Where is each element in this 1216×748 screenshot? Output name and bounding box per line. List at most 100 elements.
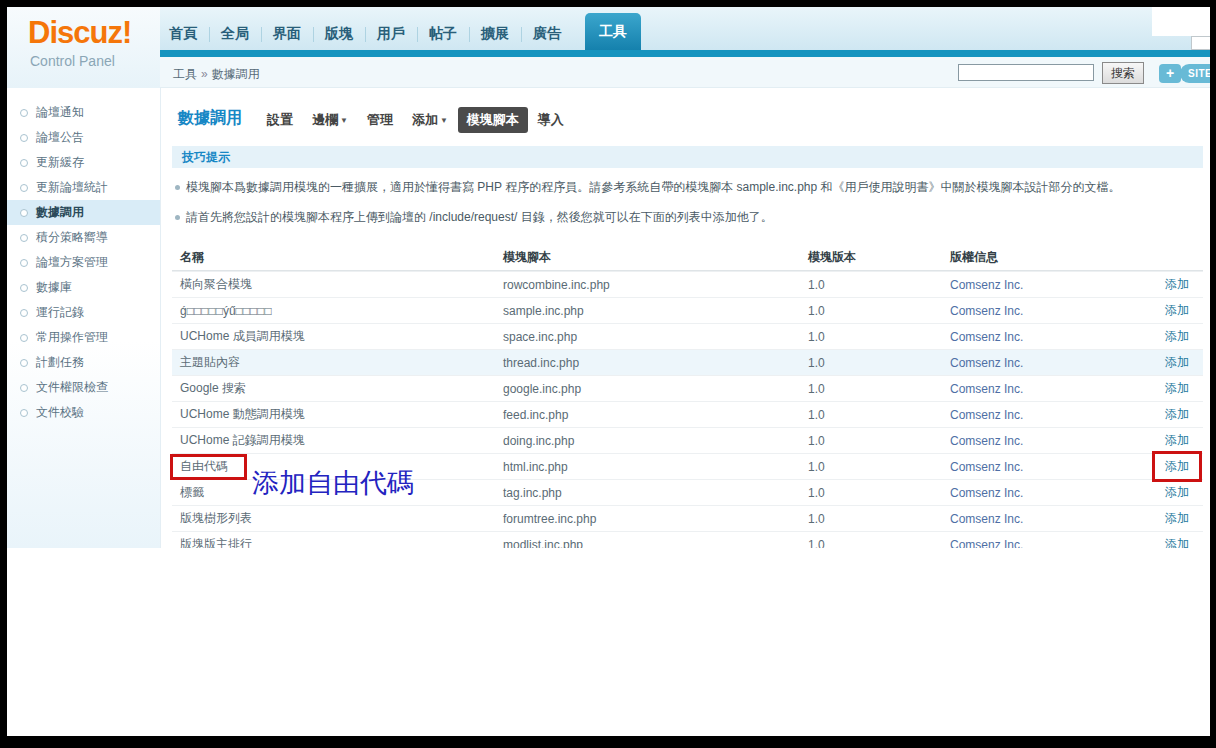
cell-version: 1.0	[808, 486, 950, 500]
cell-script: rowcombine.inc.php	[503, 278, 808, 292]
cell-script: doing.inc.php	[503, 434, 808, 448]
sidebar-item[interactable]: 常用操作管理	[7, 325, 160, 350]
cell-vendor[interactable]: Comsenz Inc.	[950, 538, 1100, 549]
breadcrumb: 工具 » 數據調用	[173, 66, 260, 83]
sidebar-item[interactable]: 計劃任務	[7, 350, 160, 375]
add-link[interactable]: 添加	[1100, 432, 1203, 449]
add-link[interactable]: 添加	[1100, 302, 1203, 319]
column-header: 模塊腳本	[503, 249, 808, 266]
add-link[interactable]: 添加	[1100, 484, 1203, 501]
cell-version: 1.0	[808, 330, 950, 344]
breadcrumb-current: 數據調用	[212, 67, 260, 81]
cell-script: html.inc.php	[503, 460, 808, 474]
cell-vendor[interactable]: Comsenz Inc.	[950, 460, 1100, 474]
cell-name: 主題貼內容	[172, 354, 503, 371]
table-row: 橫向聚合模塊rowcombine.inc.php1.0Comsenz Inc.添…	[172, 271, 1203, 297]
main-content: 數據調用 設置邊欄▼管理添加▼模塊腳本導入 技巧提示 模塊腳本爲數據調用模塊的一…	[161, 88, 1210, 548]
cell-vendor[interactable]: Comsenz Inc.	[950, 486, 1100, 500]
search-button[interactable]: 搜索	[1102, 62, 1144, 84]
sidebar-item[interactable]: 數據庫	[7, 275, 160, 300]
add-link[interactable]: 添加	[1100, 536, 1203, 548]
nav-tab[interactable]: 帖子	[417, 18, 469, 50]
nav-tab[interactable]: 擴展	[469, 18, 521, 50]
sidebar-item[interactable]: 論壇方案管理	[7, 250, 160, 275]
tip-item: 請首先將您設計的模塊腳本程序上傳到論壇的 /include/request/ 目…	[172, 210, 1203, 224]
add-link[interactable]: 添加	[1100, 510, 1203, 527]
cell-vendor[interactable]: Comsenz Inc.	[950, 356, 1100, 370]
menu-item[interactable]: 導入	[529, 107, 573, 133]
menu-item[interactable]: 模塊腳本	[458, 107, 528, 133]
cell-vendor[interactable]: Comsenz Inc.	[950, 330, 1100, 344]
cell-script: sample.inc.php	[503, 304, 808, 318]
table-header-row: 名稱模塊腳本模塊版本版權信息	[172, 244, 1203, 271]
cell-vendor[interactable]: Comsenz Inc.	[950, 304, 1100, 318]
menu-item[interactable]: 管理	[358, 107, 402, 133]
cell-vendor[interactable]: Comsenz Inc.	[950, 408, 1100, 422]
sidebar-item[interactable]: 更新論壇統計	[7, 175, 160, 200]
add-link[interactable]: 添加	[1100, 406, 1203, 423]
table-row: UCHome 動態調用模塊feed.inc.php1.0Comsenz Inc.…	[172, 401, 1203, 427]
logo-subtitle: Control Panel	[30, 53, 115, 69]
nav-tab[interactable]: 版塊	[313, 18, 365, 50]
table-row: UCHome 成員調用模塊space.inc.php1.0Comsenz Inc…	[172, 323, 1203, 349]
sidebar-item[interactable]: 更新緩存	[7, 150, 160, 175]
add-link[interactable]: 添加	[1100, 380, 1203, 397]
nav-tab[interactable]: 首頁	[157, 18, 209, 50]
nav-tab[interactable]: 工具	[585, 13, 641, 50]
menu-item-label: 模塊腳本	[467, 112, 519, 127]
menu-item[interactable]: 邊欄▼	[303, 107, 357, 133]
menu-item[interactable]: 設置	[258, 107, 302, 133]
menu-item-label: 邊欄	[312, 112, 338, 127]
cell-version: 1.0	[808, 460, 950, 474]
main-nav: 首頁全局界面版塊用戶帖子擴展廣告工具	[157, 13, 641, 50]
page-title: 數據調用	[178, 108, 242, 129]
menu-item[interactable]: 添加▼	[403, 107, 457, 133]
breadcrumb-bar: 工具 » 數據調用 搜索 + SITE	[160, 57, 1210, 88]
sidebar-item[interactable]: 論壇公告	[7, 125, 160, 150]
cell-vendor[interactable]: Comsenz Inc.	[950, 434, 1100, 448]
dropdown-arrow-icon: ▼	[440, 116, 448, 125]
cell-vendor[interactable]: Comsenz Inc.	[950, 512, 1100, 526]
sidebar-item[interactable]: 運行記錄	[7, 300, 160, 325]
menu-item-label: 導入	[538, 112, 564, 127]
nav-tab[interactable]: 廣告	[521, 18, 573, 50]
cell-script: thread.inc.php	[503, 356, 808, 370]
logo-panel: Discuz! Control Panel	[7, 7, 160, 88]
table-row: 版塊樹形列表forumtree.inc.php1.0Comsenz Inc.添加	[172, 505, 1203, 531]
cell-name: 橫向聚合模塊	[172, 276, 503, 293]
sidebar-item[interactable]: 文件權限檢查	[7, 375, 160, 400]
sidebar-item[interactable]: 數據調用	[7, 200, 160, 225]
sidebar-item[interactable]: 文件校驗	[7, 400, 160, 425]
cell-vendor[interactable]: Comsenz Inc.	[950, 278, 1100, 292]
breadcrumb-section[interactable]: 工具	[173, 67, 197, 81]
table-row: Google 搜索google.inc.php1.0Comsenz Inc.添加	[172, 375, 1203, 401]
cell-script: space.inc.php	[503, 330, 808, 344]
section-menu: 設置邊欄▼管理添加▼模塊腳本導入	[258, 107, 574, 133]
search-input[interactable]	[958, 64, 1094, 81]
cell-version: 1.0	[808, 278, 950, 292]
cell-name: UCHome 記錄調用模塊	[172, 432, 503, 449]
add-link[interactable]: 添加	[1100, 276, 1203, 293]
table-row: 主題貼內容thread.inc.php1.0Comsenz Inc.添加	[172, 349, 1203, 375]
nav-underline-bar	[160, 50, 1210, 57]
sidebar-item[interactable]: 積分策略嚮導	[7, 225, 160, 250]
tip-item: 模塊腳本爲數據調用模塊的一種擴展，適用於懂得書寫 PHP 程序的程序員。請參考系…	[172, 180, 1203, 194]
nav-tab[interactable]: 用戶	[365, 18, 417, 50]
cell-version: 1.0	[808, 538, 950, 549]
sidebar-item[interactable]: 論壇通知	[7, 100, 160, 125]
module-table: 名稱模塊腳本模塊版本版權信息橫向聚合模塊rowcombine.inc.php1.…	[172, 244, 1203, 548]
add-link[interactable]: 添加	[1100, 354, 1203, 371]
breadcrumb-separator: »	[201, 67, 208, 81]
admin-app: 首頁全局界面版塊用戶帖子擴展廣告工具 Discuz! Control Panel…	[7, 7, 1210, 548]
add-site-button[interactable]: +	[1159, 64, 1181, 83]
cell-version: 1.0	[808, 304, 950, 318]
cell-vendor[interactable]: Comsenz Inc.	[950, 382, 1100, 396]
overlay-white-box	[1152, 7, 1210, 36]
site-button[interactable]: SITE	[1180, 64, 1210, 83]
column-header: 版權信息	[950, 249, 1100, 266]
discuz-logo: Discuz!	[28, 15, 131, 51]
nav-tab[interactable]: 界面	[261, 18, 313, 50]
add-link[interactable]: 添加	[1100, 328, 1203, 345]
table-row: UCHome 記錄調用模塊doing.inc.php1.0Comsenz Inc…	[172, 427, 1203, 453]
nav-tab[interactable]: 全局	[209, 18, 261, 50]
